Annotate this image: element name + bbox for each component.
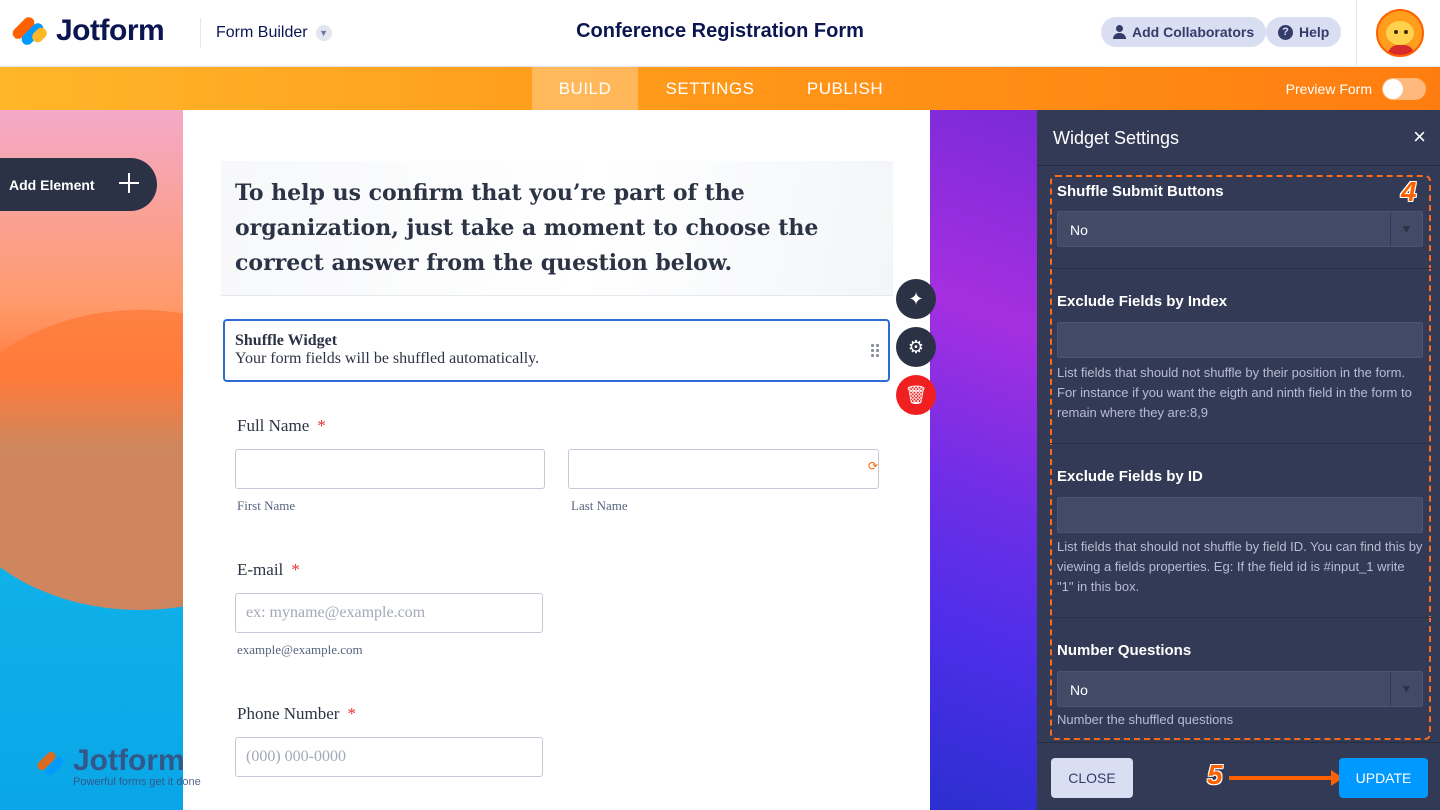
form-builder-dropdown[interactable]: Form Builder ▼ <box>200 18 332 48</box>
form-canvas: Add Element To help us confirm that you’… <box>0 110 1037 810</box>
email-label-text: E-mail <box>237 560 284 579</box>
widget-settings-button[interactable]: ⚙ <box>896 327 936 367</box>
panel-divider <box>1050 268 1431 269</box>
gear-icon: ⚙ <box>907 336 925 357</box>
required-mark: * <box>347 704 356 723</box>
chevron-down-icon: ▼ <box>315 25 332 41</box>
last-name-input[interactable]: ⟳ <box>568 449 879 489</box>
required-mark: * <box>317 416 326 435</box>
exclude-index-help: List fields that should not shuffle by t… <box>1057 365 1412 420</box>
chevron-down-icon: ▼ <box>1390 212 1422 246</box>
add-element-label: Add Element <box>9 176 95 193</box>
top-bar: Jotform Form Builder ▼ Conference Regist… <box>0 0 1440 67</box>
footer-tagline: Powerful forms get it done <box>73 776 201 788</box>
panel-divider <box>1050 443 1431 444</box>
topbar-divider <box>1356 0 1357 66</box>
builder-nav: BUILD SETTINGS PUBLISH Preview Form <box>0 67 1440 110</box>
exclude-index-label: Exclude Fields by Index <box>1057 293 1228 310</box>
form-heading: To help us confirm that you’re part of t… <box>235 180 819 276</box>
number-questions-help: Number the shuffled questions <box>1057 712 1234 727</box>
phone-field[interactable]: (000) 000-0000 <box>235 737 543 777</box>
panel-divider <box>1050 617 1431 618</box>
widget-title: Shuffle Widget <box>235 332 338 349</box>
help-button[interactable]: ? Help <box>1266 17 1342 47</box>
email-label: E-mail * <box>237 560 300 580</box>
help-label: Help <box>1299 24 1330 40</box>
shuffle-submit-value: No <box>1070 222 1088 238</box>
email-sublabel: example@example.com <box>237 642 363 657</box>
close-button[interactable]: CLOSE <box>1051 758 1133 798</box>
step-badge-5: 5 <box>1207 759 1223 790</box>
delete-widget-button[interactable]: 🗑 <box>896 375 936 415</box>
panel-header: Widget Settings × <box>1037 110 1440 166</box>
required-mark: * <box>291 560 300 579</box>
magic-wand-button[interactable]: ✦ <box>896 279 936 319</box>
update-button[interactable]: UPDATE <box>1339 758 1428 798</box>
exclude-id-input[interactable] <box>1057 497 1423 533</box>
email-placeholder: ex: myname@example.com <box>246 604 426 621</box>
form-title[interactable]: Conference Registration Form <box>576 20 864 42</box>
email-field[interactable]: ex: myname@example.com <box>235 593 543 633</box>
avatar[interactable] <box>1376 9 1424 57</box>
footer-brand: Jotform <box>73 744 185 777</box>
add-collaborators-label: Add Collaborators <box>1132 24 1255 40</box>
shuffle-widget[interactable]: Shuffle Widget Your form fields will be … <box>223 319 890 382</box>
full-name-label: Full Name * <box>237 416 326 436</box>
preview-form-label: Preview Form <box>1285 81 1372 97</box>
tab-build[interactable]: BUILD <box>532 67 638 110</box>
last-name-sublabel: Last Name <box>571 498 628 513</box>
tab-publish[interactable]: PUBLISH <box>790 67 900 110</box>
magic-wand-icon: ✦ <box>908 288 924 309</box>
exclude-id-help: List fields that should not shuffle by f… <box>1057 539 1423 594</box>
preview-toggle[interactable] <box>1382 78 1426 100</box>
chevron-down-icon: ▼ <box>1390 672 1422 706</box>
widget-description: Your form fields will be shuffled automa… <box>235 350 540 367</box>
form-builder-label: Form Builder <box>216 24 308 41</box>
add-collaborators-button[interactable]: Add Collaborators <box>1101 17 1267 47</box>
number-questions-value: No <box>1070 682 1088 698</box>
trash-icon: 🗑 <box>904 384 928 405</box>
jotform-logo-icon <box>35 750 69 778</box>
drag-handle-icon[interactable] <box>870 343 880 359</box>
tab-settings[interactable]: SETTINGS <box>648 67 772 110</box>
form-sheet: To help us confirm that you’re part of t… <box>183 110 930 810</box>
shuffle-submit-label: Shuffle Submit Buttons <box>1057 183 1224 200</box>
footer-logo[interactable]: Jotform Powerful forms get it done <box>35 744 201 788</box>
step-badge-4: 4 <box>1401 176 1417 207</box>
jotform-logo[interactable]: Jotform <box>10 14 165 48</box>
user-icon <box>1113 25 1126 39</box>
add-element-button[interactable]: Add Element <box>0 158 157 211</box>
preview-form: Preview Form <box>1286 78 1426 100</box>
exclude-index-input[interactable] <box>1057 322 1423 358</box>
widget-settings-panel: Widget Settings × 4 Shuffle Submit Butto… <box>1037 110 1440 810</box>
first-name-input[interactable] <box>235 449 545 489</box>
phone-label-text: Phone Number <box>237 704 340 723</box>
question-icon: ? <box>1278 24 1293 40</box>
background-gradient <box>930 110 1037 810</box>
full-name-label-text: Full Name <box>237 416 310 435</box>
phone-label: Phone Number * <box>237 704 356 724</box>
exclude-id-label: Exclude Fields by ID <box>1057 468 1203 485</box>
close-icon[interactable]: × <box>1413 126 1426 148</box>
refresh-icon: ⟳ <box>867 459 878 473</box>
first-name-sublabel: First Name <box>237 498 296 513</box>
phone-placeholder: (000) 000-0000 <box>246 748 346 765</box>
plus-icon <box>119 173 139 193</box>
number-questions-label: Number Questions <box>1057 642 1192 659</box>
jotform-logo-icon <box>10 14 50 48</box>
panel-title: Widget Settings <box>1053 128 1180 148</box>
arrow-icon <box>1229 770 1343 786</box>
number-questions-select[interactable]: No ▼ <box>1057 671 1423 707</box>
shuffle-submit-select[interactable]: No ▼ <box>1057 211 1423 247</box>
form-header[interactable]: To help us confirm that you’re part of t… <box>221 161 893 296</box>
panel-footer: CLOSE 5 UPDATE <box>1037 742 1440 810</box>
brand-name: Jotform <box>56 14 165 47</box>
